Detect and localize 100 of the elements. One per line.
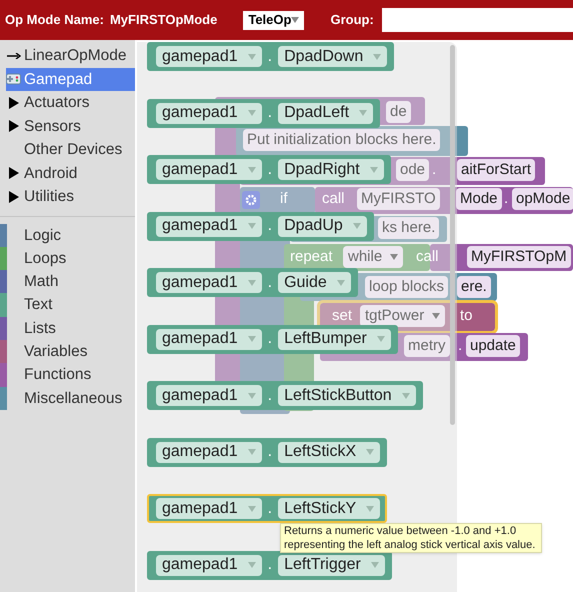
block-field[interactable]: Mode: [456, 188, 502, 210]
caret-icon: [366, 449, 374, 455]
property-dropdown[interactable]: LeftStickButton: [278, 385, 416, 406]
block-field[interactable]: MyFIRSTO: [357, 188, 440, 210]
object-dropdown[interactable]: gamepad1: [156, 272, 262, 293]
block-label: if: [280, 189, 288, 209]
property-dropdown[interactable]: LeftStickX: [278, 442, 380, 462]
property-dropdown[interactable]: DpadRight: [278, 159, 384, 180]
toolbox-label: LinearOpMode: [24, 46, 127, 66]
dot-label: .: [268, 272, 272, 292]
block-field[interactable]: ere.: [457, 276, 491, 298]
block-label: to: [460, 306, 473, 326]
group-input[interactable]: [382, 8, 573, 32]
caret-icon: [248, 562, 256, 568]
caret-icon: [248, 506, 256, 512]
object-dropdown[interactable]: gamepad1: [156, 554, 262, 576]
category-item[interactable]: Logic: [0, 224, 135, 247]
code-block[interactable]: gamepad1 . DpadRight: [147, 155, 391, 184]
object-dropdown[interactable]: gamepad1: [156, 159, 262, 180]
property-dropdown[interactable]: LeftTrigger: [278, 554, 385, 576]
block-field[interactable]: update: [466, 335, 520, 357]
block-field[interactable]: opMode: [512, 188, 573, 210]
object-dropdown[interactable]: gamepad1: [156, 216, 262, 236]
gear-icon[interactable]: [242, 191, 260, 209]
caret-icon: [370, 166, 378, 172]
property-dropdown[interactable]: DpadDown: [278, 46, 388, 67]
toolbox-label: Android: [24, 164, 78, 184]
block-label: repeat: [290, 247, 333, 267]
object-dropdown[interactable]: gamepad1: [156, 385, 262, 406]
category-label: Math: [24, 272, 58, 292]
toolbox-item[interactable]: Android: [6, 162, 135, 185]
code-block[interactable]: gamepad1 . Guide: [147, 268, 358, 297]
dot-label: .: [268, 498, 272, 518]
category-item[interactable]: Miscellaneous: [0, 386, 135, 410]
code-block[interactable]: gamepad1 . DpadUp: [147, 212, 374, 240]
flyout-scrollbar[interactable]: [450, 45, 455, 425]
property-dropdown[interactable]: LeftBumper: [278, 328, 391, 350]
expand-triangle-icon[interactable]: [8, 120, 18, 132]
category-item[interactable]: Math: [0, 270, 135, 294]
toolbox-item[interactable]: Actuators: [6, 91, 135, 114]
category-item[interactable]: Loops: [0, 246, 135, 270]
object-dropdown[interactable]: gamepad1: [156, 46, 262, 67]
block-field[interactable]: metry: [404, 335, 450, 357]
block-field[interactable]: ks here.: [378, 217, 440, 239]
toolbox-item[interactable]: Other Devices: [6, 138, 135, 162]
block-field[interactable]: de: [386, 101, 411, 123]
caret-icon: [248, 54, 256, 60]
caret-icon: [402, 392, 410, 398]
toolbox-label: Actuators: [24, 93, 90, 114]
caret-icon: [432, 313, 440, 319]
toolbox-label: Other Devices: [24, 140, 122, 160]
category-label: Miscellaneous: [24, 388, 122, 409]
caret-icon: [248, 392, 256, 398]
code-block[interactable]: gamepad1 . LeftStickButton: [147, 381, 423, 410]
code-block[interactable]: gamepad1 . DpadLeft: [147, 98, 380, 128]
dot-label: .: [268, 160, 272, 180]
category-item[interactable]: Lists: [0, 316, 135, 340]
category-item[interactable]: Functions: [0, 363, 135, 387]
expand-triangle-icon[interactable]: [8, 167, 18, 180]
toolbox-label: Gamepad: [24, 70, 92, 90]
block-field[interactable]: loop blocks: [365, 276, 448, 298]
code-block[interactable]: gamepad1 . LeftTrigger: [147, 550, 392, 580]
code-block[interactable]: gamepad1 . DpadDown: [147, 42, 394, 71]
toolbox-item[interactable]: LinearOpMode: [6, 44, 135, 68]
block-label: call: [416, 247, 439, 267]
caret-icon: [248, 110, 256, 116]
block-field[interactable]: tgtPower: [360, 305, 446, 327]
toolbox-item[interactable]: Utilities: [6, 185, 135, 208]
expand-triangle-icon[interactable]: [8, 190, 18, 203]
category-label: Logic: [24, 226, 62, 246]
dot-label: .: [268, 442, 272, 462]
dot-label: .: [268, 216, 272, 236]
property-dropdown[interactable]: Guide: [278, 272, 351, 293]
block-field[interactable]: aitForStart: [457, 159, 536, 181]
object-dropdown[interactable]: gamepad1: [156, 102, 262, 124]
block-field[interactable]: ode: [396, 159, 430, 181]
property-dropdown[interactable]: LeftStickY: [278, 498, 380, 519]
caret-icon: [336, 280, 345, 286]
op-mode-name: MyFIRSTOpMode: [110, 11, 218, 30]
group-label: Group:: [330, 11, 374, 30]
category-item[interactable]: Variables: [0, 340, 135, 364]
caret-icon: [291, 17, 300, 23]
code-block[interactable]: gamepad1 . LeftStickY: [147, 494, 388, 523]
object-dropdown[interactable]: gamepad1: [156, 498, 262, 519]
mode-select[interactable]: TeleOp: [243, 10, 304, 30]
dot-label: .: [268, 386, 272, 406]
object-dropdown[interactable]: gamepad1: [156, 442, 262, 462]
toolbox-item[interactable]: Sensors: [6, 114, 135, 138]
code-block[interactable]: gamepad1 . LeftStickX: [147, 438, 388, 466]
object-dropdown[interactable]: gamepad1: [156, 328, 262, 350]
category-item[interactable]: Text: [0, 293, 135, 317]
block-field[interactable]: Put initialization blocks here.: [243, 129, 440, 151]
code-block[interactable]: gamepad1 . LeftBumper: [147, 324, 398, 354]
block-field[interactable]: MyFIRSTOpM: [467, 246, 571, 268]
property-dropdown[interactable]: DpadLeft: [278, 102, 374, 124]
expand-triangle-icon[interactable]: [8, 96, 18, 109]
toolbox-item[interactable]: Gamepad: [6, 68, 135, 91]
block-field[interactable]: while: [343, 246, 404, 268]
property-dropdown[interactable]: DpadUp: [278, 216, 367, 236]
caret-icon: [352, 223, 361, 229]
